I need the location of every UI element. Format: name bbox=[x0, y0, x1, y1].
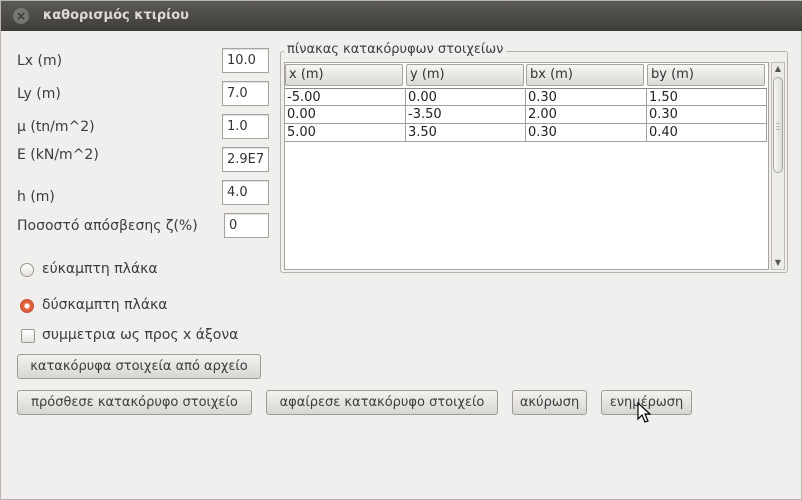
vertical-elements-title: πίνακας κατακόρυφων στοιχείων bbox=[284, 42, 507, 57]
cancel-button[interactable]: ακύρωση bbox=[512, 390, 587, 415]
column-header-y[interactable]: y (m) bbox=[406, 64, 524, 86]
table-cell[interactable]: 2.00 bbox=[526, 106, 647, 124]
h-input[interactable] bbox=[222, 180, 269, 205]
table-cell[interactable]: 5.00 bbox=[285, 124, 406, 142]
scroll-down-icon[interactable]: ▼ bbox=[772, 257, 784, 269]
ly-label: Ly (m) bbox=[17, 86, 61, 102]
column-header-x[interactable]: x (m) bbox=[285, 64, 403, 86]
column-header-bx[interactable]: bx (m) bbox=[526, 64, 644, 86]
remove-element-button[interactable]: αφαίρεσε κατακόρυφο στοιχείο bbox=[266, 390, 498, 415]
rigid-slab-label: δύσκαμπτη πλάκα bbox=[42, 297, 168, 313]
scroll-up-icon[interactable]: ▲ bbox=[772, 63, 784, 75]
symmetry-x-label: συμμετρια ως προς x άξονα bbox=[42, 327, 239, 343]
title-bar: × καθορισμός κτιρίου bbox=[1, 1, 802, 31]
window-title: καθορισμός κτιρίου bbox=[43, 8, 189, 23]
e-label: E (kN/m^2) bbox=[17, 147, 99, 163]
e-input[interactable] bbox=[222, 147, 269, 172]
flexible-slab-radio[interactable] bbox=[20, 263, 34, 277]
table-cell[interactable]: 3.50 bbox=[406, 124, 526, 142]
add-element-button[interactable]: πρόσθεσε κατακόρυφο στοιχείο bbox=[17, 390, 252, 415]
table-cell[interactable]: 0.00 bbox=[285, 106, 406, 124]
close-icon[interactable]: × bbox=[13, 8, 29, 24]
dialog-window: × καθορισμός κτιρίου Lx (m) Ly (m) μ (tn… bbox=[0, 0, 802, 500]
mu-input[interactable] bbox=[222, 114, 269, 139]
grip-icon: – – – bbox=[776, 119, 780, 133]
h-label: h (m) bbox=[17, 189, 55, 205]
table-cell[interactable]: 0.30 bbox=[526, 124, 647, 142]
table-scrollbar[interactable]: ▲ – – – ▼ bbox=[771, 62, 785, 270]
damping-input[interactable] bbox=[224, 213, 269, 238]
load-from-file-button[interactable]: κατακόρυφα στοιχεία από αρχείο bbox=[17, 354, 261, 379]
mu-label: μ (tn/m^2) bbox=[17, 119, 95, 135]
scroll-thumb[interactable]: – – – bbox=[773, 77, 783, 173]
lx-label: Lx (m) bbox=[17, 53, 63, 69]
table-cell[interactable]: 0.30 bbox=[526, 88, 647, 106]
table-cell[interactable]: 0.40 bbox=[647, 124, 767, 142]
ly-input[interactable] bbox=[222, 81, 269, 106]
table-cell[interactable]: 1.50 bbox=[647, 88, 767, 106]
table-cell[interactable]: 0.30 bbox=[647, 106, 767, 124]
symmetry-x-checkbox[interactable] bbox=[21, 329, 35, 343]
column-header-by[interactable]: by (m) bbox=[647, 64, 765, 86]
rigid-slab-radio[interactable] bbox=[20, 299, 34, 313]
table-cell[interactable]: 0.00 bbox=[406, 88, 526, 106]
table-cell[interactable]: -5.00 bbox=[285, 88, 406, 106]
damping-label: Ποσοστό απόσβεσης ζ(%) bbox=[17, 218, 198, 234]
table-cell[interactable]: -3.50 bbox=[406, 106, 526, 124]
lx-input[interactable] bbox=[222, 48, 269, 73]
mouse-cursor-icon bbox=[637, 402, 651, 423]
flexible-slab-label: εύκαμπτη πλάκα bbox=[42, 261, 158, 277]
